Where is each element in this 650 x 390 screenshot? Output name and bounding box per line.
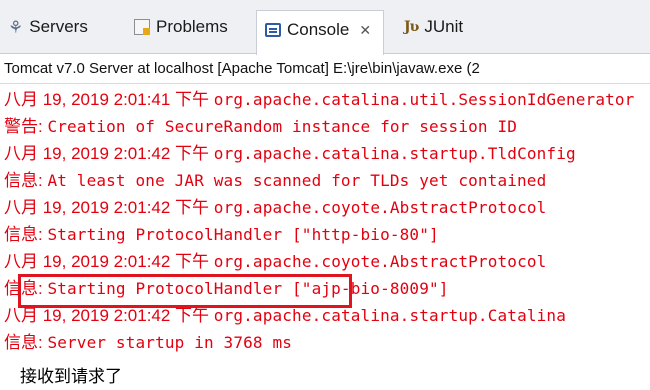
console-line: 信息: At least one JAR was scanned for TLD… <box>4 167 546 194</box>
console-line: 八月 19, 2019 2:01:42 下午 org.apache.catali… <box>4 140 576 167</box>
log-text: Server startup in 3768 ms <box>47 333 293 352</box>
log-text: Creation of SecureRandom instance for se… <box>47 117 518 136</box>
console-output[interactable]: 八月 19, 2019 2:01:41 下午 org.apache.catali… <box>0 86 650 390</box>
console-view: ⚘ Servers Problems Console ✕ Jʋ JUnit To… <box>0 0 650 390</box>
log-timestamp: 八月 19, 2019 2:01:42 下午 <box>4 198 214 217</box>
log-level: 信息: <box>4 171 48 190</box>
console-line: 八月 19, 2019 2:01:42 下午 org.apache.coyote… <box>4 248 546 275</box>
problems-icon <box>134 19 150 35</box>
log-text: org.apache.catalina.startup.TldConfig <box>213 144 576 163</box>
log-level: 警告: <box>4 117 48 136</box>
log-timestamp: 八月 19, 2019 2:01:41 下午 <box>4 90 214 109</box>
tab-problems[interactable]: Problems <box>134 12 228 42</box>
highlight-annotation-box <box>18 274 352 308</box>
log-timestamp: 八月 19, 2019 2:01:42 下午 <box>4 252 214 271</box>
console-line: 警告: Creation of SecureRandom instance fo… <box>4 113 517 140</box>
console-line: 信息: Starting ProtocolHandler ["http-bio-… <box>4 221 439 248</box>
log-text: org.apache.coyote.AbstractProtocol <box>213 198 547 217</box>
log-text: org.apache.catalina.util.SessionIdGenera… <box>213 90 635 109</box>
log-timestamp: 八月 19, 2019 2:01:42 下午 <box>4 306 214 325</box>
log-text: At least one JAR was scanned for TLDs ye… <box>47 171 547 190</box>
servers-icon: ⚘ <box>8 17 24 37</box>
view-tab-bar: ⚘ Servers Problems Console ✕ Jʋ JUnit <box>0 0 650 55</box>
console-process-header: Tomcat v7.0 Server at localhost [Apache … <box>0 54 650 84</box>
console-icon <box>265 23 281 37</box>
log-text: org.apache.coyote.AbstractProtocol <box>213 252 547 271</box>
stdout-text: 接收到请求了 <box>20 367 122 386</box>
console-line: 信息: Server startup in 3768 ms <box>4 329 292 356</box>
log-text: Starting ProtocolHandler ["http-bio-80"] <box>47 225 439 244</box>
log-timestamp: 八月 19, 2019 2:01:42 下午 <box>4 144 214 163</box>
tab-label: JUnit <box>424 17 464 36</box>
close-icon[interactable]: ✕ <box>359 22 371 39</box>
log-level: 信息: <box>4 333 48 352</box>
console-output-line: 接收到请求了 <box>20 363 122 390</box>
tab-label: Servers <box>29 17 88 36</box>
tab-console[interactable]: Console ✕ <box>256 10 385 55</box>
log-text: org.apache.catalina.startup.Catalina <box>213 306 566 325</box>
tab-junit[interactable]: Jʋ JUnit <box>404 12 463 42</box>
log-level: 信息: <box>4 225 48 244</box>
tab-label: Problems <box>156 17 228 36</box>
tab-label: Console <box>287 20 350 39</box>
console-line: 八月 19, 2019 2:01:41 下午 org.apache.catali… <box>4 86 634 113</box>
tab-servers[interactable]: ⚘ Servers <box>8 12 88 42</box>
junit-icon: Jʋ <box>404 19 419 35</box>
console-line: 八月 19, 2019 2:01:42 下午 org.apache.coyote… <box>4 194 546 221</box>
